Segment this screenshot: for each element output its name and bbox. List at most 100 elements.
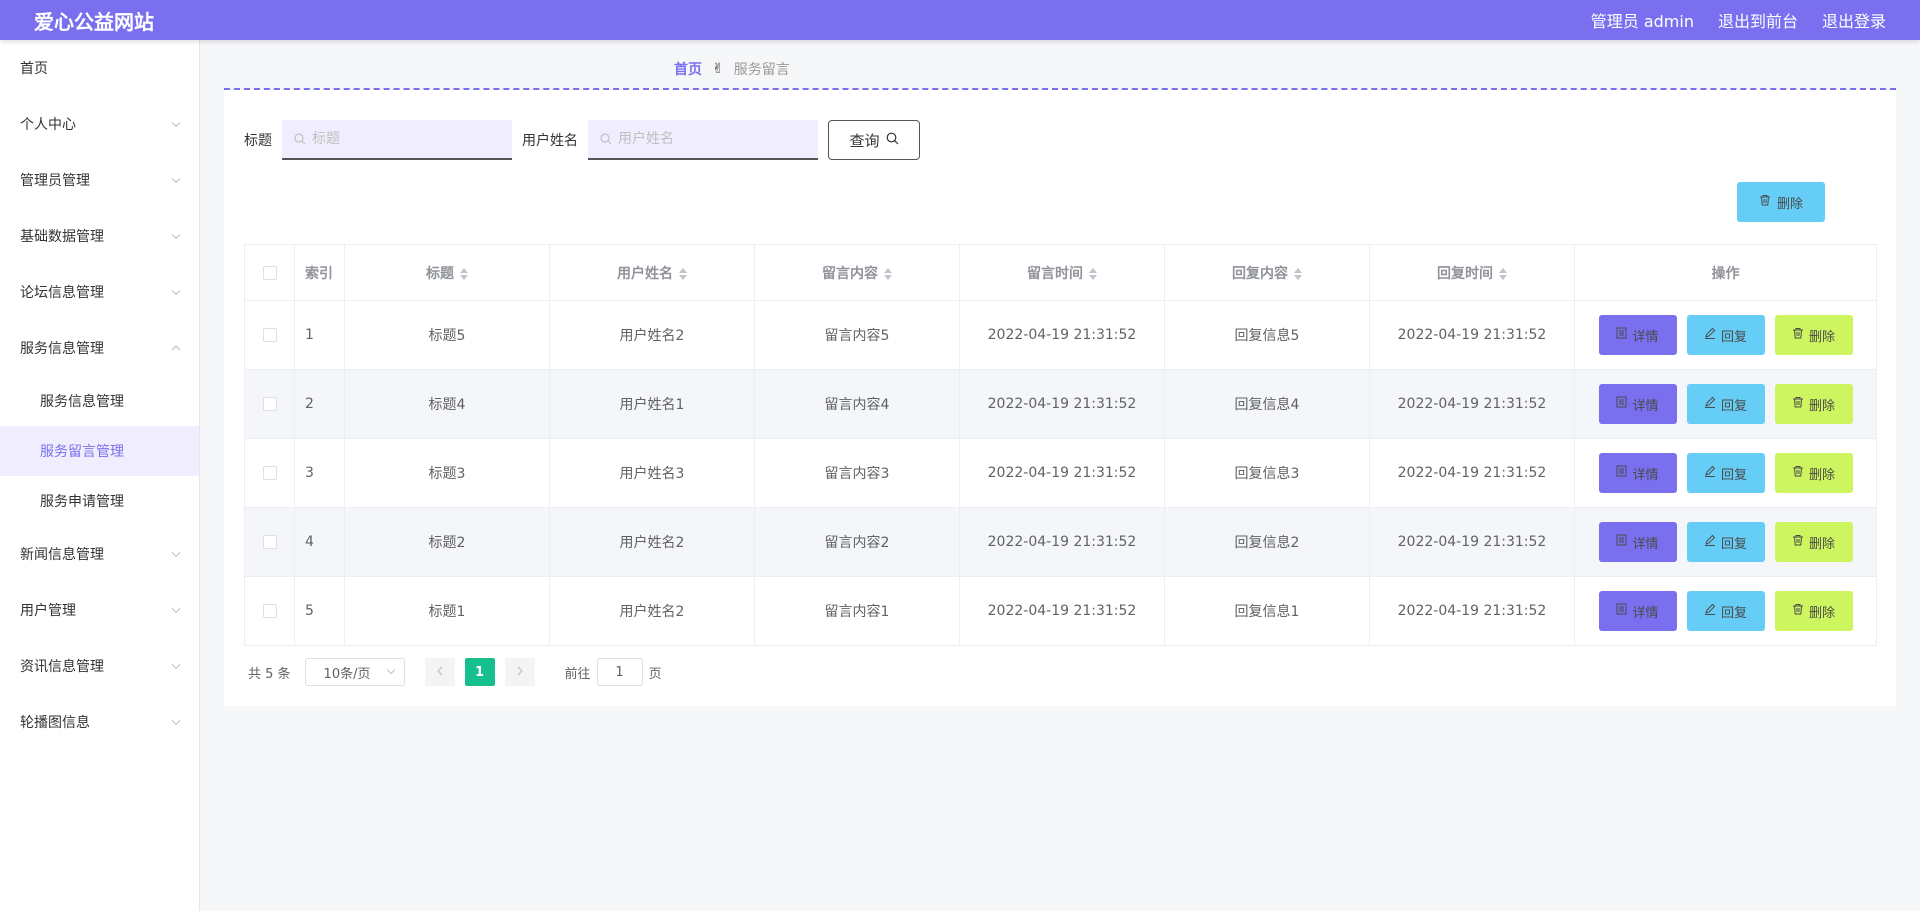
delete-button[interactable]: 删除 [1774,453,1853,493]
column-header-content[interactable]: 留言内容 [754,244,960,301]
table-row: 2 标题4 用户姓名1 留言内容4 2022-04-19 21:31:52 回复… [244,369,1877,439]
cell-reply: 回复信息3 [1164,438,1370,508]
cell-time: 2022-04-19 21:31:52 [959,438,1165,508]
sidebar-item-users[interactable]: 用户管理 [0,582,199,638]
table-header-row: 索引 标题 用户姓名 留言内容 留言时间 回复内容 回复时间 操作 [244,244,1877,301]
detail-button-label: 详情 [1632,467,1659,483]
logout-link[interactable]: 退出登录 [1822,8,1886,32]
detail-button-label: 详情 [1632,398,1659,414]
reply-button[interactable]: 回复 [1686,315,1765,355]
title-search-label: 标题 [244,133,272,149]
detail-button[interactable]: 详情 [1598,591,1677,631]
cell-content: 留言内容2 [754,507,960,577]
cell-reply-time: 2022-04-19 21:31:52 [1369,369,1575,439]
exit-to-front-link[interactable]: 退出到前台 [1718,8,1798,32]
reply-button[interactable]: 回复 [1686,384,1765,424]
sidebar-item-carousel[interactable]: 轮播图信息 [0,694,199,750]
edit-icon [1704,465,1716,481]
cell-content: 留言内容3 [754,438,960,508]
trash-icon [1792,534,1804,550]
delete-button[interactable]: 删除 [1774,522,1853,562]
user-search-label: 用户姓名 [522,133,578,149]
user-search-input[interactable] [618,131,798,147]
sidebar-item-forum[interactable]: 论坛信息管理 [0,264,199,320]
cell-index: 4 [294,507,345,577]
sidebar-item-personal-center[interactable]: 个人中心 [0,96,199,152]
detail-button-label: 详情 [1632,329,1659,345]
sidebar-subitem-service-info[interactable]: 服务信息管理 [0,376,199,426]
edit-icon [1704,327,1716,343]
column-header-label: 留言时间 [1027,265,1083,282]
cell-index: 2 [294,369,345,439]
detail-button[interactable]: 详情 [1598,453,1677,493]
cell-index: 3 [294,438,345,508]
trash-icon [1759,194,1771,210]
trash-icon [1792,327,1804,343]
sort-icon[interactable] [1499,267,1507,280]
reply-button-label: 回复 [1720,536,1747,552]
row-checkbox[interactable] [262,328,277,342]
prev-page-button[interactable] [424,658,455,686]
sidebar-item-label: 基础数据管理 [20,229,104,245]
delete-button[interactable]: 删除 [1774,315,1853,355]
sort-icon[interactable] [1089,267,1097,280]
breadcrumb: 首页 ✌ 服务留言 [674,59,790,79]
column-header-reply[interactable]: 回复内容 [1164,244,1370,301]
page-size-select[interactable]: 10条/页 [304,658,405,686]
breadcrumb-home[interactable]: 首页 [674,59,702,79]
sidebar-item-news[interactable]: 新闻信息管理 [0,526,199,582]
detail-button-label: 详情 [1632,536,1659,552]
sidebar-item-label: 首页 [20,61,48,77]
query-button[interactable]: 查询 [828,120,920,160]
cell-actions: 详情 回复 删除 [1574,369,1877,439]
cell-index: 5 [294,576,345,646]
delete-button[interactable]: 删除 [1774,384,1853,424]
sidebar-item-info[interactable]: 资讯信息管理 [0,638,199,694]
sidebar-item-label: 管理员管理 [20,173,90,189]
row-checkbox[interactable] [262,397,277,411]
title-search-input[interactable] [312,131,492,147]
select-all-checkbox[interactable] [262,265,277,280]
sort-icon[interactable] [679,267,687,280]
sort-icon[interactable] [460,267,468,280]
row-checkbox[interactable] [262,466,277,480]
cell-actions: 详情 回复 删除 [1574,300,1877,370]
cell-index: 1 [294,300,345,370]
sort-icon[interactable] [1294,267,1302,280]
sidebar-subitem-label: 服务留言管理 [40,444,124,460]
sidebar-subitem-service-application[interactable]: 服务申请管理 [0,476,199,526]
page-number-current[interactable]: 1 [464,658,495,686]
chevron-down-icon [171,230,181,240]
sidebar-item-home[interactable]: 首页 [0,40,199,96]
table-row: 4 标题2 用户姓名2 留言内容2 2022-04-19 21:31:52 回复… [244,507,1877,577]
trash-icon [1792,396,1804,412]
sidebar-item-basic-data[interactable]: 基础数据管理 [0,208,199,264]
cell-content: 留言内容1 [754,576,960,646]
column-header-reply-time[interactable]: 回复时间 [1369,244,1575,301]
goto-page-input[interactable] [596,658,643,686]
reply-button[interactable]: 回复 [1686,522,1765,562]
delete-button[interactable]: 删除 [1774,591,1853,631]
detail-button[interactable]: 详情 [1598,315,1677,355]
document-icon [1616,396,1627,412]
sidebar-item-label: 论坛信息管理 [20,285,104,301]
column-header-title[interactable]: 标题 [344,244,550,301]
column-header-time[interactable]: 留言时间 [959,244,1165,301]
detail-button[interactable]: 详情 [1598,522,1677,562]
row-select-cell [244,576,295,646]
reply-button[interactable]: 回复 [1686,453,1765,493]
batch-delete-button[interactable]: 删除 [1737,182,1825,222]
delete-button-label: 删除 [1808,398,1835,414]
row-checkbox[interactable] [262,604,277,618]
admin-label: 管理员 admin [1590,12,1694,31]
column-header-user[interactable]: 用户姓名 [549,244,755,301]
sidebar-subitem-service-message[interactable]: 服务留言管理 [0,426,199,476]
detail-button[interactable]: 详情 [1598,384,1677,424]
sidebar-item-service[interactable]: 服务信息管理 [0,320,199,376]
next-page-button[interactable] [504,658,535,686]
cell-reply-time: 2022-04-19 21:31:52 [1369,507,1575,577]
sort-icon[interactable] [884,267,892,280]
row-checkbox[interactable] [262,535,277,549]
sidebar-item-admin-management[interactable]: 管理员管理 [0,152,199,208]
reply-button[interactable]: 回复 [1686,591,1765,631]
